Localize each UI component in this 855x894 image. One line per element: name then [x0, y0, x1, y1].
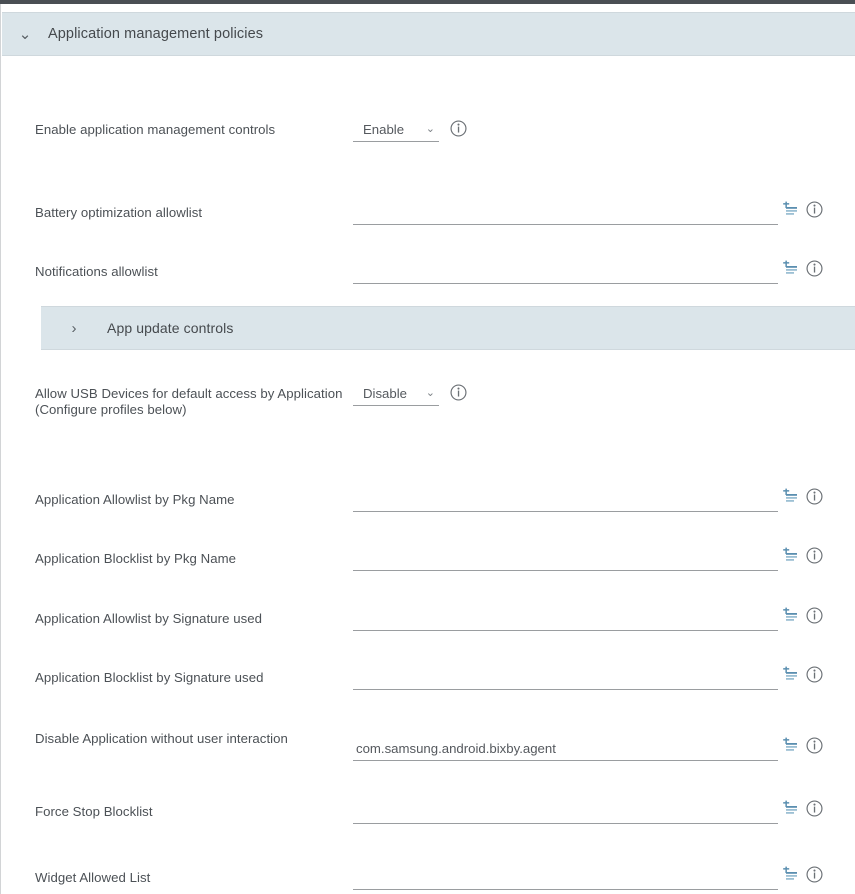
field-label: Battery optimization allowlist [35, 205, 203, 220]
row-icons [782, 200, 823, 218]
info-icon[interactable] [450, 384, 467, 401]
chevron-right-icon[interactable]: › [41, 321, 107, 336]
select-value: Disable [363, 386, 407, 401]
row-icons [782, 487, 823, 505]
list-add-icon[interactable] [782, 546, 800, 564]
info-icon[interactable] [806, 259, 823, 277]
field-label: Application Allowlist by Signature used [35, 611, 262, 626]
field-label: Widget Allowed List [35, 870, 151, 885]
list-add-icon[interactable] [782, 865, 800, 883]
list-add-icon[interactable] [782, 487, 800, 505]
field-label: Allow USB Devices for default access by … [35, 386, 343, 417]
info-icon[interactable] [806, 487, 823, 505]
list-add-icon[interactable] [782, 200, 800, 218]
widget-allowed-list-input[interactable] [353, 866, 778, 890]
select-value: Enable [363, 122, 405, 137]
application-blocklist-by-signature-used-input[interactable] [353, 666, 778, 690]
info-icon[interactable] [450, 120, 467, 137]
row-icons [782, 259, 823, 277]
list-add-icon[interactable] [782, 799, 800, 817]
field-label: Enable application management controls [35, 122, 276, 137]
list-add-icon[interactable] [782, 606, 800, 624]
field-label: Notifications allowlist [35, 264, 158, 279]
application-allowlist-by-pkg-name-input[interactable] [353, 488, 778, 512]
field-label: Application Blocklist by Pkg Name [35, 551, 237, 566]
disable-application-without-user-interaction-input[interactable]: com.samsung.android.bixby.agent [353, 737, 778, 761]
row-icons [782, 665, 823, 683]
row-icons [782, 546, 823, 564]
application-allowlist-by-signature-used-input[interactable] [353, 607, 778, 631]
section-title: Application management policies [48, 26, 264, 42]
chevron-down-icon[interactable]: ⌄ [426, 124, 437, 135]
info-icon[interactable] [806, 865, 823, 883]
application-blocklist-by-pkg-name-input[interactable] [353, 547, 778, 571]
field-label: Disable Application without user interac… [35, 731, 288, 746]
info-icon[interactable] [806, 546, 823, 564]
field-label: Application Blocklist by Signature used [35, 670, 264, 685]
list-add-icon[interactable] [782, 259, 800, 277]
row-icons [450, 384, 467, 401]
section-header-app-update-controls[interactable]: › App update controls [41, 306, 855, 350]
field-label: Application Allowlist by Pkg Name [35, 492, 235, 507]
settings-panel: ⌄ Application management policies › App … [0, 4, 855, 894]
input-value: com.samsung.android.bixby.agent [356, 741, 556, 756]
field-label: Force Stop Blocklist [35, 804, 153, 819]
info-icon[interactable] [806, 665, 823, 683]
row-icons [782, 799, 823, 817]
list-add-icon[interactable] [782, 736, 800, 754]
list-add-icon[interactable] [782, 665, 800, 683]
force-stop-blocklist-input[interactable] [353, 800, 778, 824]
notifications-allowlist-input[interactable] [353, 260, 778, 284]
chevron-down-icon[interactable]: ⌄ [426, 388, 437, 399]
info-icon[interactable] [806, 736, 823, 754]
info-icon[interactable] [806, 799, 823, 817]
row-icons [450, 120, 467, 137]
allow-usb-devices-select[interactable]: Disable ⌄ [353, 382, 439, 406]
battery-optimization-allowlist-input[interactable] [353, 201, 778, 225]
row-icons [782, 606, 823, 624]
row-icons [782, 736, 823, 754]
info-icon[interactable] [806, 606, 823, 624]
enable-application-management-controls-select[interactable]: Enable ⌄ [353, 118, 439, 142]
section-header-application-management-policies[interactable]: ⌄ Application management policies [2, 12, 855, 56]
chevron-down-icon[interactable]: ⌄ [2, 27, 48, 42]
row-icons [782, 865, 823, 883]
nested-section-title: App update controls [107, 320, 234, 336]
info-icon[interactable] [806, 200, 823, 218]
